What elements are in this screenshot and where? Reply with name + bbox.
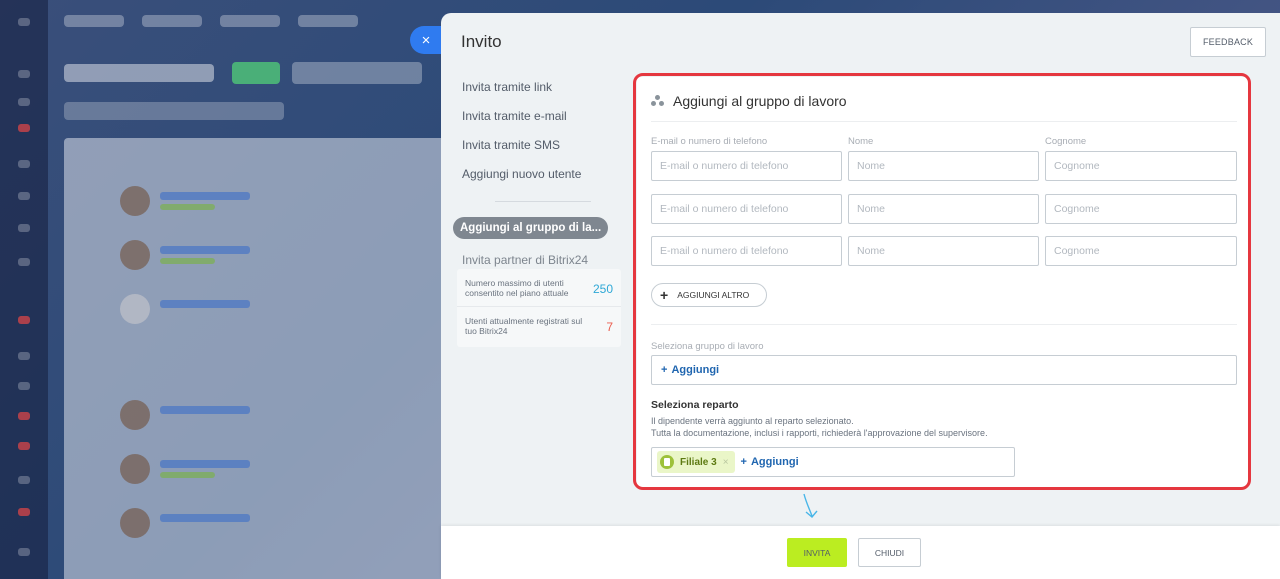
background-row (120, 294, 420, 330)
menu-item-add-to-workgroup[interactable]: Aggiungi al gruppo di la... (453, 217, 609, 239)
add-more-button[interactable]: + AGGIUNGI ALTRO (651, 283, 767, 307)
surname-field[interactable]: Cognome (1045, 194, 1237, 224)
background-filter (64, 102, 284, 120)
department-selector[interactable]: Filiale 3 × + Aggiungi (651, 447, 1015, 477)
close-icon: × (421, 31, 431, 49)
department-desc-line: Il dipendente verrà aggiunto al reparto … (651, 416, 854, 426)
plus-icon: + (660, 287, 669, 303)
menu-item-invite-email[interactable]: Invita tramite e-mail (453, 102, 623, 131)
surname-field[interactable]: Cognome (1045, 236, 1237, 266)
background-row (120, 240, 420, 276)
add-department-label: Aggiungi (750, 456, 799, 468)
menu-item-invite-sms[interactable]: Invita tramite SMS (453, 131, 623, 160)
divider (651, 121, 1237, 122)
user-limits-box: Numero massimo di utenti consentito nel … (457, 269, 621, 347)
surname-column-label: Cognome (1045, 136, 1087, 147)
department-title: Seleziona reparto (651, 399, 739, 411)
divider (651, 324, 1237, 325)
background-page-title (64, 64, 214, 82)
menu-divider (495, 201, 591, 202)
arrow-down-icon (803, 493, 818, 518)
background-row (120, 508, 420, 544)
name-field[interactable]: Nome (848, 194, 1039, 224)
name-field[interactable]: Nome (848, 236, 1039, 266)
registered-users-row: Utenti attualmente registrati sul tuo Bi… (457, 307, 621, 345)
email-field[interactable]: E-mail o numero di telefono (651, 236, 842, 266)
department-description: Il dipendente verrà aggiunto al reparto … (651, 415, 988, 439)
background-row (120, 400, 420, 436)
modal-footer: INVITA CHIUDI (441, 526, 1280, 579)
email-column-label: E-mail o numero di telefono (651, 136, 768, 147)
remove-icon[interactable]: × (723, 457, 729, 468)
background-search (292, 62, 422, 84)
background-row (120, 454, 420, 490)
modal-title: Invito (461, 32, 502, 51)
panel-heading-text: Aggiungi al gruppo di lavoro (673, 93, 847, 109)
email-field[interactable]: E-mail o numero di telefono (651, 194, 842, 224)
name-column-label: Nome (848, 136, 874, 147)
max-users-label: Numero massimo di utenti consentito nel … (465, 278, 569, 298)
panel-heading: Aggiungi al gruppo di lavoro (651, 93, 847, 109)
invite-method-menu: Invita tramite link Invita tramite e-mai… (453, 73, 623, 275)
registered-users-value: 7 (606, 320, 613, 334)
registered-users-label: Utenti attualmente registrati sul tuo Bi… (465, 316, 583, 336)
invite-modal: Invito FEEDBACK Invita tramite link Invi… (441, 13, 1280, 579)
department-desc-line: Tutta la documentazione, inclusi i rappo… (651, 428, 988, 438)
workgroup-label: Seleziona gruppo di lavoro (651, 341, 764, 352)
department-chip[interactable]: Filiale 3 × (657, 451, 735, 473)
building-icon (660, 455, 674, 469)
plus-icon: + (740, 456, 747, 468)
menu-item-add-new-user[interactable]: Aggiungi nuovo utente (453, 160, 623, 189)
close-button[interactable]: CHIUDI (858, 538, 921, 567)
surname-field[interactable]: Cognome (1045, 151, 1237, 181)
plus-icon: + (661, 364, 668, 376)
workgroup-selector[interactable]: + Aggiungi (651, 355, 1237, 385)
close-slider-button[interactable]: × (410, 26, 442, 54)
background-top-nav (64, 12, 444, 32)
menu-item-invite-link[interactable]: Invita tramite link (453, 73, 623, 102)
email-field[interactable]: E-mail o numero di telefono (651, 151, 842, 181)
add-department-link[interactable]: + Aggiungi (741, 456, 799, 468)
max-users-row: Numero massimo di utenti consentito nel … (457, 269, 621, 307)
background-row (120, 186, 420, 222)
add-workgroup-link[interactable]: + Aggiungi (661, 364, 719, 376)
background-left-menu (0, 0, 48, 579)
group-icon (651, 95, 665, 107)
workgroup-form-panel: Aggiungi al gruppo di lavoro E-mail o nu… (637, 77, 1249, 489)
add-more-label: AGGIUNGI ALTRO (677, 290, 750, 300)
department-chip-label: Filiale 3 (680, 456, 717, 468)
max-users-value: 250 (592, 282, 613, 296)
invite-button[interactable]: INVITA (787, 538, 847, 567)
feedback-button[interactable]: FEEDBACK (1190, 27, 1266, 57)
background-add-button (232, 62, 280, 84)
add-workgroup-label: Aggiungi (671, 364, 720, 376)
name-field[interactable]: Nome (848, 151, 1039, 181)
